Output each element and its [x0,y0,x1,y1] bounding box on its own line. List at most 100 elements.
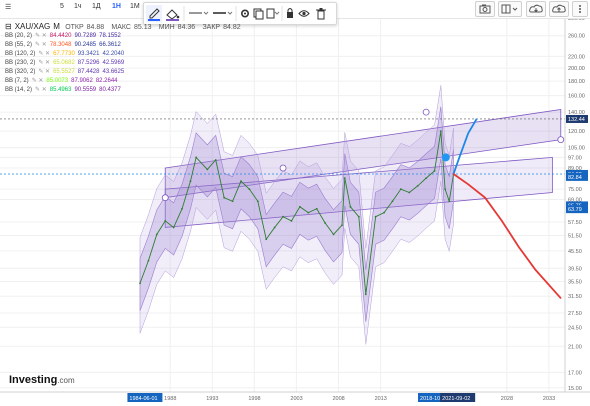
time-tick-label: 1988 [164,396,176,402]
indicator-actions-icon[interactable]: ✎ ✕ [38,60,50,66]
indicator-value: 87.4428 [77,69,100,75]
indicator-value: 90.2485 [74,42,97,48]
investing-logo: Investing.com [9,374,75,386]
indicator-value: 65.5527 [53,69,75,75]
series-point [383,211,385,214]
timeframe-1d[interactable]: 1Д [92,3,101,10]
lock-icon[interactable] [287,8,293,19]
series-point [459,155,461,157]
series-point [357,215,360,218]
cloud-download-icon[interactable] [526,1,546,17]
timeframe-1w[interactable]: 1Н [112,3,121,10]
timeframe-1m[interactable]: 1М [130,3,140,10]
series-point [240,180,242,183]
indicator-value: 43.6625 [102,69,125,75]
time-highlight-label: 2021-09-02 [442,396,470,402]
ohlc-open-value: 84.88 [86,24,105,31]
cloud-upload-icon[interactable] [549,1,569,17]
timeframe-5[interactable]: 5 [60,3,64,10]
indicator-value: 42.2040 [102,51,125,57]
layout-icon[interactable] [498,1,522,17]
ohlc-high-value: 85.13 [133,24,152,31]
indicator-actions-icon[interactable]: ✎ ✕ [38,51,50,57]
timeframe-1h[interactable]: 1ч [74,3,82,10]
settings-icon[interactable] [241,9,250,18]
indicator-value: 85.0073 [46,78,69,84]
series-point [452,173,455,175]
visibility-icon[interactable] [298,10,310,17]
line-style-icon[interactable] [189,11,209,15]
series-point [290,219,293,222]
drawing-handle[interactable] [161,194,169,202]
series-point [448,200,451,203]
indicator-actions-icon[interactable]: ✎ ✕ [35,33,47,39]
series-point [374,215,377,218]
price-tick-label: 75.00 [568,187,582,193]
line-width-icon[interactable] [213,11,233,15]
indicator-value: 90.7289 [74,33,97,39]
price-tick-label: 160.00 [568,94,585,100]
indicator-row[interactable]: BB (120, 2) ✎ ✕ 67.7730 93.3421 42.2040 [5,51,127,58]
series-point [139,282,141,285]
time-axis[interactable]: 1988 1993 1998 2003 2008 2013 2028 2033 1984-06-… [0,391,590,406]
price-tick-label: 27.50 [568,311,582,317]
price-tick-label: 39.50 [568,266,582,272]
pencil-icon[interactable] [146,5,162,22]
series-point [164,219,167,222]
indicator-row[interactable]: BB (55, 2) ✎ ✕ 78.3048 90.2485 66.3612 [5,42,124,49]
ohlc-low-label: МИН [158,24,175,31]
series-point [349,205,352,208]
drawing-handle[interactable] [422,108,430,116]
indicator-name: BB (7, 2) [5,78,29,84]
series-point [399,188,402,191]
template-icon[interactable] [266,8,280,19]
indicator-value: 80.4377 [99,87,121,93]
fill-color-icon[interactable] [166,9,180,21]
series-point [172,226,175,229]
series-point [467,183,469,185]
drawing-handle[interactable] [557,136,565,144]
series-point [195,156,198,159]
ohlc-high-label: МАКС [111,24,131,31]
price-tick-label: 97.00 [568,155,582,161]
collapse-icon[interactable]: ⊟ [5,22,12,31]
indicator-row[interactable]: BB (7, 2) ✎ ✕ 85.0073 87.9062 82.2644 [5,78,121,85]
alert-marker-icon[interactable] [441,153,450,162]
series-point [364,293,367,296]
indicator-actions-icon[interactable]: ✎ ✕ [32,78,44,84]
series-point [484,197,486,199]
indicator-row[interactable]: BB (20, 2) ✎ ✕ 84.4420 90.7289 78.1552 [5,33,124,40]
trash-icon[interactable] [316,8,326,20]
series-point [265,238,268,241]
indicator-actions-icon[interactable]: ✎ ✕ [38,69,50,75]
price-tick-label: 24.50 [568,325,582,331]
series-point [181,207,183,210]
price-tick-label: 180.00 [568,79,585,85]
indicator-row[interactable]: BB (320, 2) ✎ ✕ 65.5527 87.4428 43.6625 [5,69,127,76]
price-tick-label: 15.00 [568,386,582,392]
indicator-value: 87.5296 [77,60,100,66]
timeframe-toggle[interactable]: ☰ [5,3,11,11]
time-highlight-label: 2018-10- [420,396,442,402]
series-point [408,191,411,194]
indicator-row[interactable]: BB (14, 2) ✎ ✕ 85.4963 90.5559 80.4377 [5,87,124,94]
time-tick-label: 1993 [206,396,218,402]
price-axis[interactable]: 300.00260.00220.00200.00180.00160.00140.… [564,14,590,392]
indicator-value: 87.9062 [71,78,93,84]
indicator-actions-icon[interactable]: ✎ ✕ [35,42,47,48]
series-point [315,207,318,210]
price-tick-label: 260.00 [568,34,585,40]
interval-label: M [53,22,60,31]
indicator-row[interactable]: BB (230, 2) ✎ ✕ 65.0682 87.5296 42.5969 [5,60,127,67]
price-tick-label: 120.00 [568,129,585,135]
clone-icon[interactable] [253,8,264,20]
more-options-icon[interactable] [572,1,588,17]
time-tick-label: 2013 [375,396,387,402]
logo-text: Investing [9,374,58,386]
indicator-name: BB (230, 2) [5,60,36,66]
indicator-name: BB (55, 2) [5,42,33,48]
drawing-handle[interactable] [279,164,287,172]
series-point [282,215,284,218]
camera-icon[interactable] [475,1,495,17]
indicator-actions-icon[interactable]: ✎ ✕ [35,87,47,93]
